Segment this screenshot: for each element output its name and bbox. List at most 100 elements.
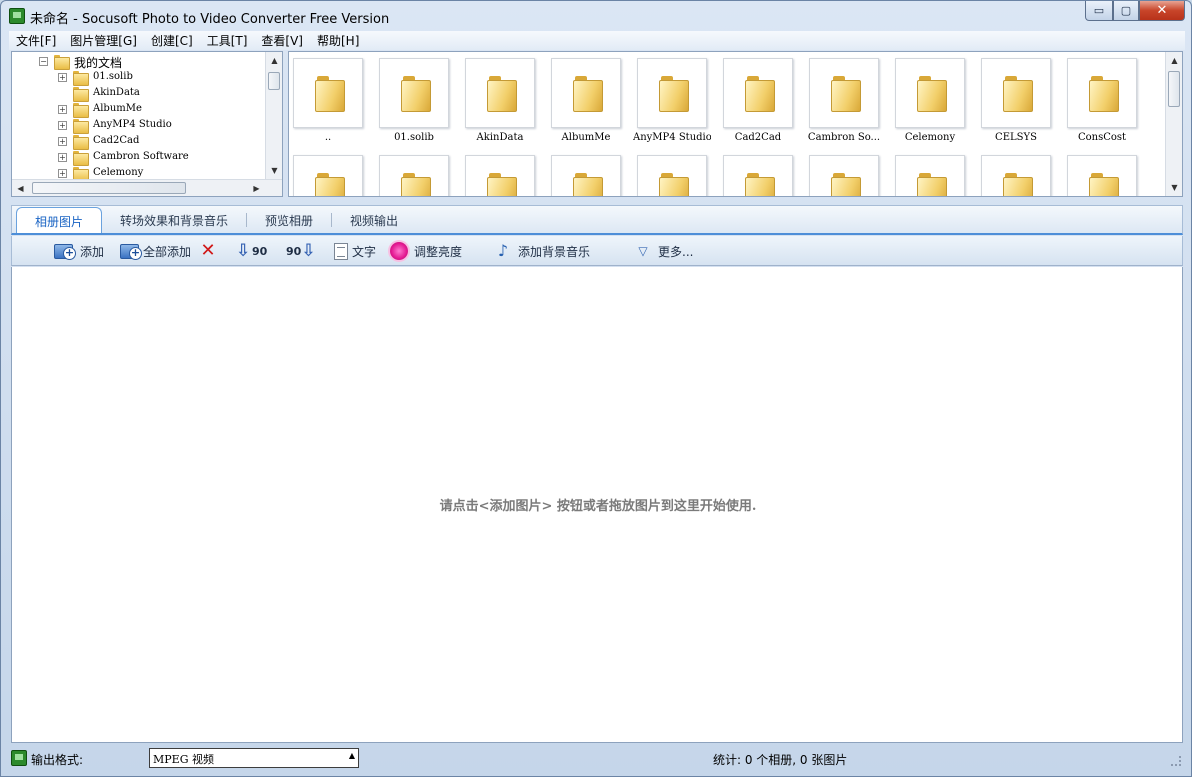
dropdown-arrow-icon[interactable]: ▲: [349, 751, 355, 760]
add-all-button[interactable]: 全部添加: [120, 241, 191, 261]
tab-album-photos[interactable]: 相册图片: [16, 207, 103, 233]
scroll-thumb[interactable]: [1168, 71, 1180, 107]
menu-tools[interactable]: 工具[T]: [200, 32, 255, 49]
tree-item[interactable]: AkinData: [12, 86, 262, 102]
more-button[interactable]: ▽ 更多...: [636, 241, 693, 261]
thumbnail-item[interactable]: CELSYS: [977, 52, 1063, 148]
folder-icon: [73, 71, 89, 86]
thumbnail-item[interactable]: AkinData: [461, 52, 547, 148]
resize-grip-icon[interactable]: [1171, 756, 1181, 766]
text-icon: [334, 242, 348, 260]
folder-icon: [73, 87, 89, 102]
thumbnail-item[interactable]: [375, 149, 461, 196]
rotate-left-button[interactable]: ⇩ 90: [236, 241, 267, 261]
thumbnail-vertical-scrollbar[interactable]: ▲ ▼: [1165, 52, 1182, 196]
text-button[interactable]: 文字: [334, 241, 376, 261]
thumbnail-item[interactable]: ConsCost: [1063, 52, 1149, 148]
expand-icon[interactable]: +: [58, 153, 67, 162]
thumbnail-item[interactable]: 01.solib: [375, 52, 461, 148]
thumbnail-frame: [637, 58, 707, 128]
photo-drop-area[interactable]: 请点击<添加图片> 按钮或者拖放图片到这里开始使用.: [11, 267, 1183, 743]
scroll-left-icon[interactable]: ◀: [12, 180, 29, 196]
thumbnail-item[interactable]: Cad2Cad: [719, 52, 805, 148]
thumbnail-item[interactable]: [461, 149, 547, 196]
maximize-button[interactable]: ▢: [1113, 1, 1139, 21]
close-button[interactable]: ✕: [1139, 1, 1185, 21]
title-bar[interactable]: 未命名 - Socusoft Photo to Video Converter …: [1, 1, 1191, 31]
thumbnail-frame: [379, 155, 449, 196]
thumbnail-item[interactable]: AlbumMe: [547, 52, 633, 148]
thumbnail-item[interactable]: [805, 149, 891, 196]
tree-horizontal-scrollbar[interactable]: ◀ ▶: [12, 179, 282, 196]
close-icon: ✕: [1156, 3, 1168, 18]
tree-item[interactable]: + AnyMP4 Studio: [12, 118, 262, 134]
add-button[interactable]: 添加: [54, 241, 104, 261]
thumbnail-item[interactable]: [289, 149, 375, 196]
output-format-select[interactable]: MPEG 视频 ▲: [149, 748, 359, 768]
scroll-down-icon[interactable]: ▼: [266, 162, 282, 179]
tree-item[interactable]: + Cambron Software: [12, 150, 262, 166]
output-format-label: 输出格式:: [31, 753, 84, 767]
folder-icon: [401, 76, 431, 112]
menu-view[interactable]: 查看[V]: [254, 32, 310, 49]
thumbnail-label: AlbumMe: [561, 132, 611, 143]
thumbnail-frame: [809, 155, 879, 196]
thumbnail-item[interactable]: Cambron So...: [805, 52, 891, 148]
thumbnail-item[interactable]: [547, 149, 633, 196]
add-music-button[interactable]: ♪ 添加背景音乐: [496, 241, 590, 261]
expand-icon[interactable]: +: [58, 137, 67, 146]
menu-image-manage[interactable]: 图片管理[G]: [63, 32, 144, 49]
thumbnail-item[interactable]: [719, 149, 805, 196]
thumbnail-frame: [981, 155, 1051, 196]
collapse-icon[interactable]: −: [39, 57, 48, 66]
expand-icon[interactable]: +: [58, 121, 67, 130]
more-label: 更多...: [658, 244, 694, 259]
thumbnail-frame: [1067, 58, 1137, 128]
brightness-icon: [390, 242, 408, 260]
thumbnail-frame: [637, 155, 707, 196]
tab-preview-album[interactable]: 预览相册: [247, 207, 331, 233]
scroll-right-icon[interactable]: ▶: [248, 180, 265, 196]
thumbnail-frame: [293, 155, 363, 196]
expand-icon[interactable]: +: [58, 169, 67, 178]
rotate-right-button[interactable]: 90 ⇩: [286, 241, 321, 261]
tree-vertical-scrollbar[interactable]: ▲ ▼: [265, 52, 282, 179]
thumbnail-item[interactable]: [891, 149, 977, 196]
tree-root[interactable]: − 我的文档: [12, 54, 262, 70]
menu-help[interactable]: 帮助[H]: [310, 32, 366, 49]
thumbnail-item[interactable]: [633, 149, 719, 196]
thumbnail-item[interactable]: ..: [289, 52, 375, 148]
thumbnail-frame: [465, 58, 535, 128]
tree-item[interactable]: + 01.solib: [12, 70, 262, 86]
minimize-button[interactable]: ▭: [1085, 1, 1113, 21]
scroll-thumb[interactable]: [32, 182, 186, 194]
scroll-up-icon[interactable]: ▲: [266, 52, 282, 69]
delete-button[interactable]: ✕: [200, 241, 220, 261]
scroll-up-icon[interactable]: ▲: [1166, 52, 1182, 69]
folder-icon: [487, 76, 517, 112]
tree-item[interactable]: + Cad2Cad: [12, 134, 262, 150]
expand-icon[interactable]: +: [58, 73, 67, 82]
scroll-down-icon[interactable]: ▼: [1166, 179, 1182, 196]
expand-icon[interactable]: +: [58, 105, 67, 114]
thumbnail-label: ConsCost: [1077, 132, 1127, 143]
thumbnail-item[interactable]: [1063, 149, 1149, 196]
folder-icon: [401, 173, 431, 196]
brightness-button[interactable]: 调整亮度: [390, 241, 462, 261]
thumbnail-item[interactable]: Celemony: [891, 52, 977, 148]
folder-tree[interactable]: − 我的文档 + 01.solib AkinData + AlbumMe + A…: [11, 51, 283, 197]
rotate-left-label: 90: [252, 244, 268, 258]
folder-thumbnails[interactable]: .. 01.solib AkinData AlbumMe AnyMP4 Stud…: [288, 51, 1183, 197]
folder-icon: [573, 173, 603, 196]
tree-item[interactable]: + AlbumMe: [12, 102, 262, 118]
window-title: 未命名 - Socusoft Photo to Video Converter …: [30, 12, 390, 27]
tab-video-output[interactable]: 视频输出: [332, 207, 416, 233]
thumbnail-item[interactable]: AnyMP4 Studio: [633, 52, 719, 148]
menu-create[interactable]: 创建[C]: [144, 32, 200, 49]
album-stats: 统计: 0 个相册, 0 张图片: [713, 753, 848, 767]
thumbnail-item[interactable]: [977, 149, 1063, 196]
scroll-thumb[interactable]: [268, 72, 280, 90]
tab-transitions-music[interactable]: 转场效果和背景音乐: [102, 207, 246, 233]
tree-item-label: AlbumMe: [93, 103, 142, 114]
menu-file[interactable]: 文件[F]: [9, 32, 63, 49]
